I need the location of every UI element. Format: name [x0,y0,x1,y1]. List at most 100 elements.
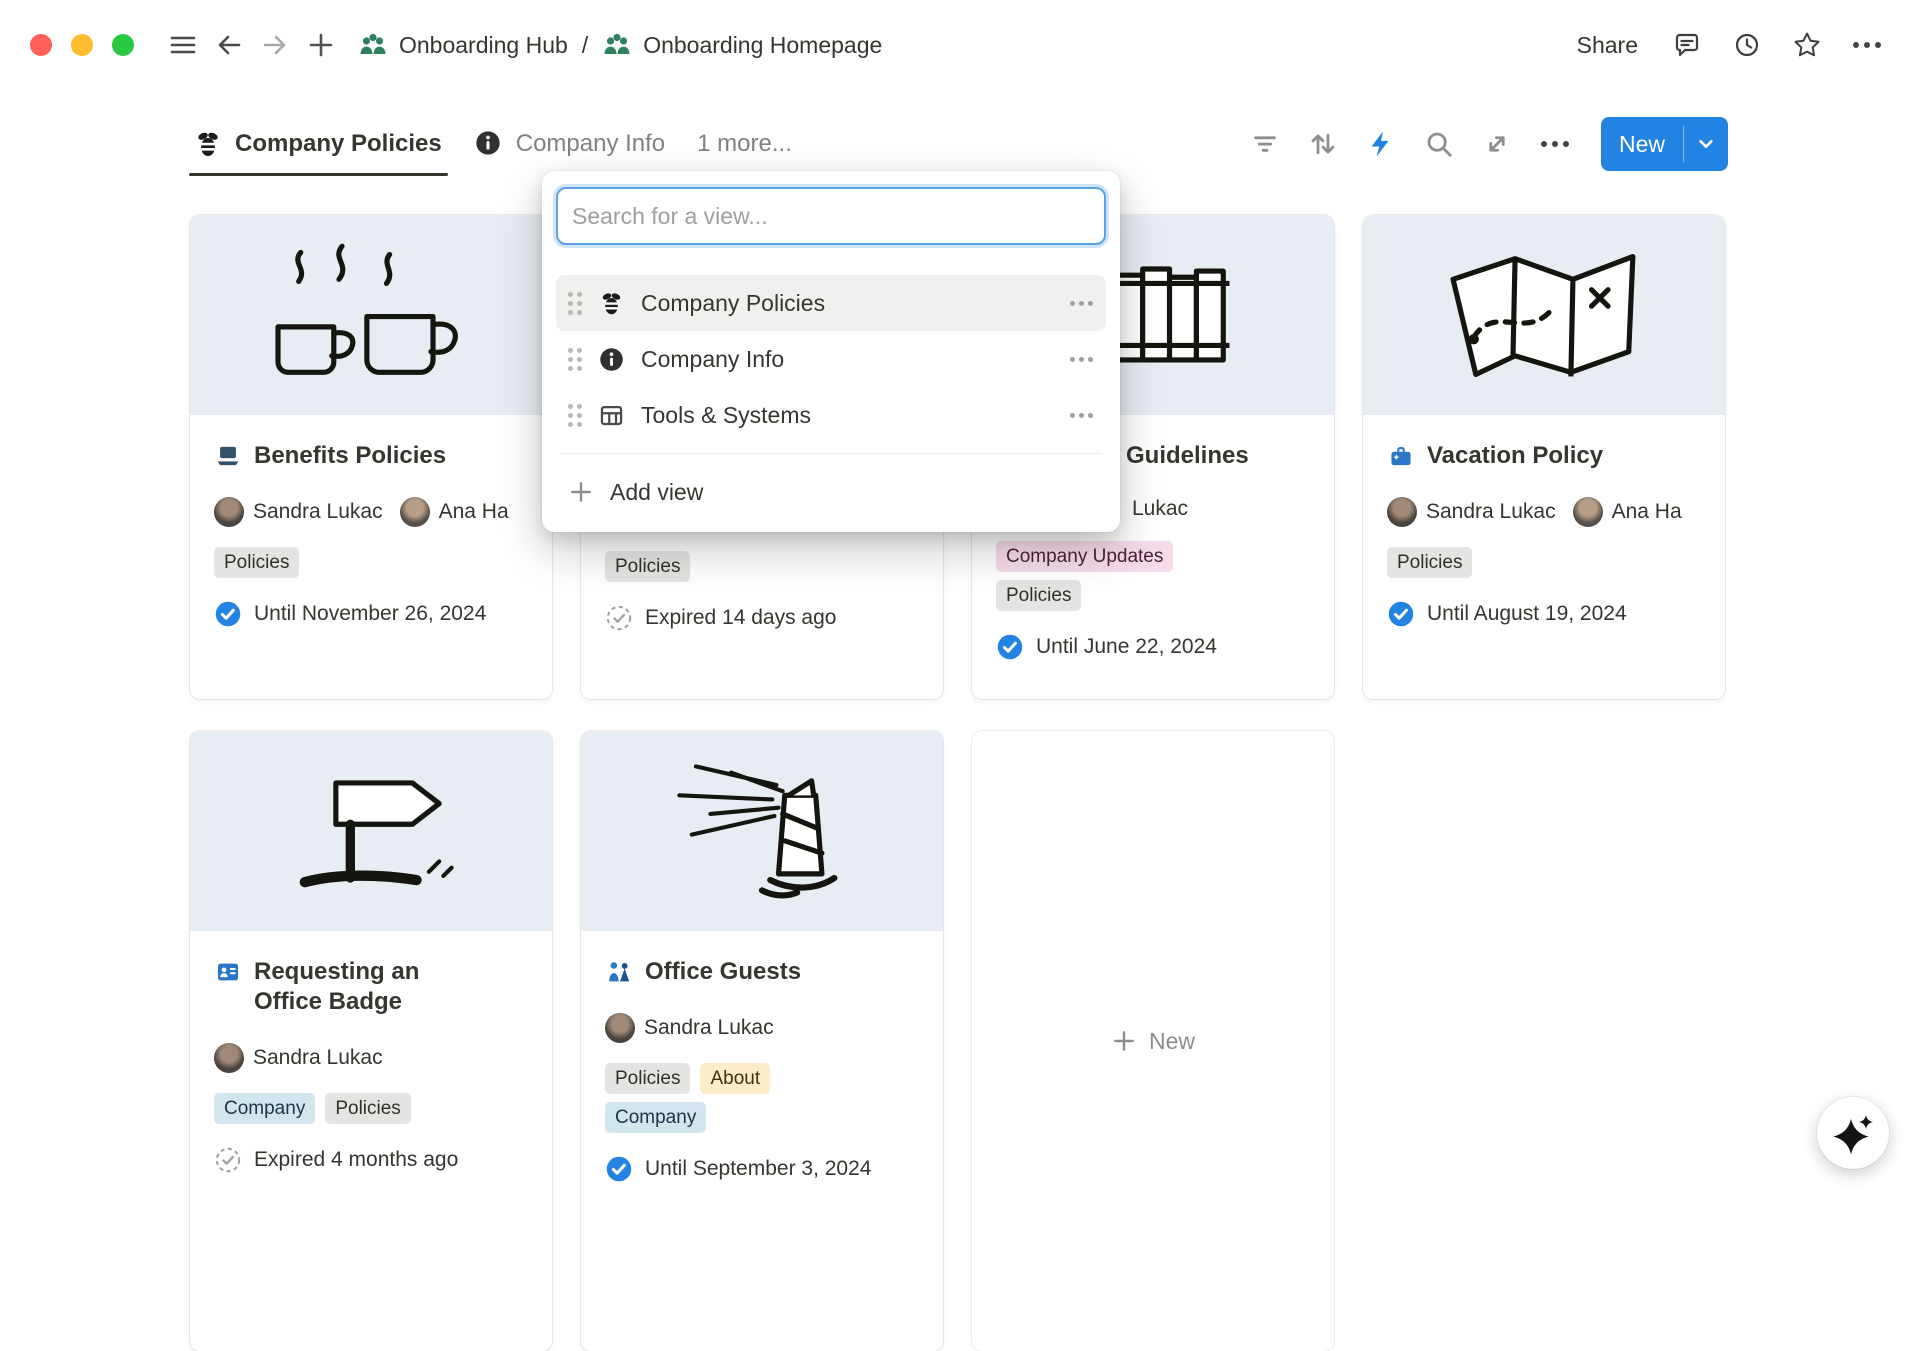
tab-label: Company Policies [235,130,442,158]
favorite-button[interactable] [1784,22,1830,68]
hamburger-icon [168,30,198,60]
add-view-button[interactable]: Add view [556,464,1106,520]
person-name: Ana Ha [439,500,509,524]
more-options-button[interactable] [1844,22,1890,68]
card-title: Benefits Policies [254,441,446,471]
menu-divider [560,453,1102,454]
back-button[interactable] [206,22,252,68]
breadcrumb-item-onboarding-homepage[interactable]: Onboarding Homepage [602,30,882,60]
tag-company-updates: Company Updates [996,541,1173,572]
avatar [214,1043,244,1073]
avatar [1573,497,1603,527]
card-vacation-policy[interactable]: Vacation Policy Sandra Lukac Ana Ha Poli… [1363,215,1725,699]
card-tags: Policies [1387,547,1701,578]
view-switcher-menu: Company Policies Company Info Tools & Sy… [542,171,1120,532]
new-button[interactable]: New [1601,117,1683,171]
tag-row: Policies About [605,1063,770,1094]
card-body: Office Guests Sandra Lukac Policies Abou… [581,931,943,1183]
window-controls [30,34,134,56]
bee-icon [193,129,223,159]
view-item-tools-systems[interactable]: Tools & Systems [556,387,1106,443]
tab-company-info[interactable]: Company Info [474,112,665,176]
view-item-options-button[interactable] [1070,301,1094,306]
card-title: Office Guests [645,957,801,987]
plus-icon [568,479,594,505]
card-title-row: Office Guests [605,957,919,987]
id-badge-icon [214,958,242,986]
filter-button[interactable] [1243,122,1287,166]
view-item-label: Company Info [641,346,784,373]
breadcrumb-label: Onboarding Hub [399,32,568,59]
card-body: Requesting an Office Badge Sandra Lukac … [190,931,552,1174]
card-cover [190,731,552,931]
lighthouse-doodle [637,754,887,909]
breadcrumb-separator: / [582,32,588,59]
status-text: Expired 14 days ago [645,606,836,630]
expand-view-button[interactable] [1475,122,1519,166]
card-cover [1363,215,1725,415]
view-item-options-button[interactable] [1070,357,1094,362]
card-title-row: Vacation Policy [1387,441,1701,471]
card-title-row: Requesting an Office Badge [214,957,528,1017]
breadcrumb-item-onboarding-hub[interactable]: Onboarding Hub [358,30,568,60]
tag-company: Company [214,1093,315,1124]
comments-button[interactable] [1664,22,1710,68]
view-tabs: Company Policies Company Info 1 more... [193,112,792,176]
card-status: Until August 19, 2024 [1387,600,1701,628]
close-window-button[interactable] [30,34,52,56]
card-people: Sandra Lukac Ana Ha [214,497,528,527]
info-icon [598,346,625,373]
expired-check-icon [605,604,633,632]
sort-button[interactable] [1301,122,1345,166]
view-item-company-info[interactable]: Company Info [556,331,1106,387]
person-name: Ana Ha [1612,500,1682,524]
people-group-icon [358,30,388,60]
more-views-link[interactable]: 1 more... [697,130,792,158]
suitcase-icon [1387,442,1415,470]
card-requesting-office-badge[interactable]: Requesting an Office Badge Sandra Lukac … [190,731,552,1351]
person-name: Sandra Lukac [644,1016,774,1040]
new-page-button[interactable] [298,22,344,68]
minimize-window-button[interactable] [71,34,93,56]
view-search-input[interactable] [556,187,1106,245]
diagonal-expand-icon [1482,129,1512,159]
tab-company-policies[interactable]: Company Policies [193,112,442,176]
automations-button[interactable] [1359,122,1403,166]
laptop-icon [214,442,242,470]
drag-handle-icon[interactable] [568,404,582,427]
sparkle-icon [1831,1111,1875,1155]
new-card-button[interactable]: New [972,731,1334,1351]
card-benefits-policies[interactable]: Benefits Policies Sandra Lukac Ana Ha Po… [190,215,552,699]
tag-row: Company Updates [996,541,1173,572]
card-office-guests[interactable]: Office Guests Sandra Lukac Policies Abou… [581,731,943,1351]
signpost-doodle [246,754,496,909]
tag-policies: Policies [605,551,690,582]
tag-policies: Policies [214,547,299,578]
view-item-label: Tools & Systems [641,402,811,429]
drag-handle-icon[interactable] [568,292,582,315]
view-item-company-policies[interactable]: Company Policies [556,275,1106,331]
tag-about: About [700,1063,770,1094]
map-doodle [1419,238,1669,393]
updates-history-button[interactable] [1724,22,1770,68]
clock-icon [1732,30,1762,60]
new-dropdown-button[interactable] [1684,117,1728,171]
search-button[interactable] [1417,122,1461,166]
notion-ai-button[interactable] [1817,1097,1889,1169]
share-button[interactable]: Share [1565,26,1650,65]
expired-check-icon [214,1146,242,1174]
avatar [605,1013,635,1043]
view-options-button[interactable] [1533,122,1577,166]
tag-company: Company [605,1102,706,1133]
new-button-group: New [1601,117,1728,171]
card-title-row: Benefits Policies [214,441,528,471]
add-view-label: Add view [610,479,703,506]
fullscreen-window-button[interactable] [112,34,134,56]
forward-button[interactable] [252,22,298,68]
sidebar-toggle-button[interactable] [160,22,206,68]
ellipsis-icon [1853,42,1881,48]
view-item-options-button[interactable] [1070,413,1094,418]
window-titlebar: Onboarding Hub / Onboarding Homepage Sha… [0,0,1920,90]
drag-handle-icon[interactable] [568,348,582,371]
tag-row: Policies [214,547,299,578]
